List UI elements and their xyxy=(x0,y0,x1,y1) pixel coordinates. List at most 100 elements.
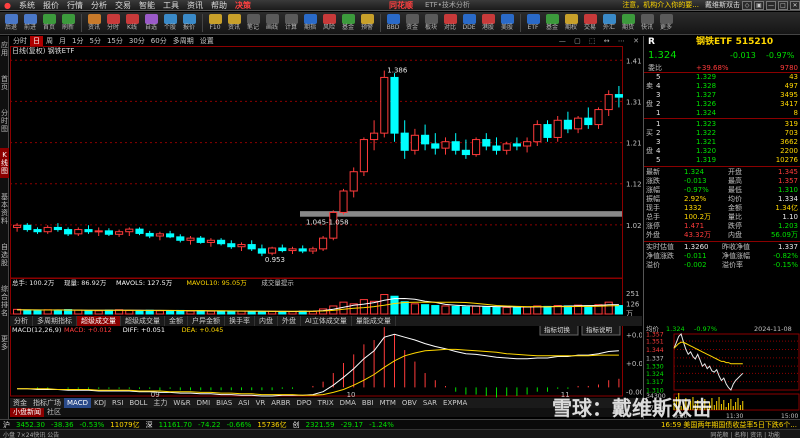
menu-item[interactable]: 决策 xyxy=(231,0,255,11)
period-tab[interactable]: 1分 xyxy=(69,36,86,46)
indicator-tab[interactable]: 超级成交量 xyxy=(121,316,165,326)
toolbar-button[interactable]: 期权 xyxy=(562,14,580,33)
toolbar-button[interactable]: 个股 xyxy=(161,14,179,33)
candle-body[interactable] xyxy=(319,237,328,250)
toolbar-button[interactable]: K线 xyxy=(123,14,141,33)
candle-body[interactable] xyxy=(166,233,175,238)
toolbar-button[interactable]: 画线 xyxy=(263,14,281,33)
candle-body[interactable] xyxy=(410,134,419,151)
window-button[interactable]: ▣ xyxy=(754,0,764,10)
indicator-tab[interactable]: 外盘 xyxy=(278,316,301,326)
candle-body[interactable] xyxy=(155,233,164,237)
indicator-selector-tab[interactable]: DPO xyxy=(294,398,315,408)
indicator-tab[interactable]: AI立体成交量 xyxy=(301,316,352,326)
period-tab[interactable]: 5分 xyxy=(86,36,103,46)
indicator-selector-tab[interactable]: TRIX xyxy=(315,398,337,408)
indicator-selector-tab[interactable]: MACD xyxy=(64,398,91,408)
menu-item[interactable]: 工具 xyxy=(159,0,183,11)
period-tab[interactable]: 日 xyxy=(30,36,43,46)
toolbar-button[interactable]: ETF xyxy=(524,14,542,33)
period-tab[interactable]: 设置 xyxy=(197,36,217,46)
index-quote[interactable]: -29.17 xyxy=(338,421,367,429)
news-tab[interactable]: 小盘新闻 xyxy=(10,408,44,417)
indicator-selector-tab[interactable]: DMI xyxy=(194,398,214,408)
candle-body[interactable] xyxy=(298,248,307,252)
indicator-selector-tab[interactable]: DMA xyxy=(337,398,359,408)
period-tab[interactable]: 周 xyxy=(43,36,56,46)
indicator-selector-tab[interactable]: BBI xyxy=(359,398,377,408)
candle-body[interactable] xyxy=(257,248,266,254)
sidebar-tab[interactable]: 更多 xyxy=(0,332,9,354)
indicator-selector-tab[interactable]: OBV xyxy=(399,398,420,408)
menu-item[interactable]: 分析 xyxy=(87,0,111,11)
candle-body[interactable] xyxy=(278,247,287,252)
indicator-selector-tab[interactable]: 资金 xyxy=(10,398,30,408)
chart-window-controls[interactable]: — ▢ ⬚ ↔ ⋯ ✕ xyxy=(559,37,642,45)
toolbar-button[interactable]: 首页 xyxy=(40,14,58,33)
period-tab[interactable]: 分时 xyxy=(10,36,30,46)
toolbar-button[interactable]: BBD xyxy=(384,14,402,33)
sidebar-tab[interactable]: 自选股 xyxy=(0,240,9,270)
index-quote[interactable]: -0.53% xyxy=(77,421,108,429)
sidebar-tab[interactable]: 应用 xyxy=(0,38,9,60)
candle-body[interactable] xyxy=(206,239,215,243)
candle-body[interactable] xyxy=(594,109,603,126)
candle-body[interactable] xyxy=(13,224,22,228)
toolbar-button[interactable]: 美股 xyxy=(498,14,516,33)
candle-body[interactable] xyxy=(23,224,32,231)
index-quote[interactable]: -38.36 xyxy=(48,421,77,429)
indicator-tab[interactable]: 量能成交量 xyxy=(352,316,396,326)
index-quote[interactable]: 11161.70 xyxy=(156,421,195,429)
candle-body[interactable] xyxy=(502,143,511,151)
toolbar-button[interactable]: 预警 xyxy=(358,14,376,33)
toolbar-button[interactable]: 对比 xyxy=(441,14,459,33)
toolbar-button[interactable]: 笔记 xyxy=(244,14,262,33)
indicator-selector-tab[interactable]: SAR xyxy=(420,398,440,408)
indicator-tab[interactable]: 分析 xyxy=(10,316,33,326)
toolbar-button[interactable]: 资讯 xyxy=(225,14,243,33)
candle-body[interactable] xyxy=(461,149,470,156)
candle-body[interactable] xyxy=(492,145,501,151)
menu-item[interactable]: 资讯 xyxy=(183,0,207,11)
candle-body[interactable] xyxy=(125,228,134,233)
candle-body[interactable] xyxy=(359,139,368,173)
window-button[interactable]: □ xyxy=(778,0,788,10)
toolbar-button[interactable]: 基金 xyxy=(339,14,357,33)
candle-body[interactable] xyxy=(115,231,124,235)
candle-body[interactable] xyxy=(33,229,42,233)
menu-item[interactable]: 帮助 xyxy=(207,0,231,11)
indicator-tab[interactable]: 换手率 xyxy=(225,316,255,326)
candle-body[interactable] xyxy=(370,132,379,141)
candle-body[interactable] xyxy=(400,132,409,151)
notice-text[interactable]: 注意，机构介入你的要... xyxy=(622,0,699,10)
candle-body[interactable] xyxy=(237,244,246,248)
candle-body[interactable] xyxy=(74,229,83,235)
app-logo[interactable]: ● xyxy=(0,0,15,11)
indicator-selector-tab[interactable]: KDJ xyxy=(91,398,109,408)
menu-item[interactable]: 智能 xyxy=(135,0,159,11)
candle-body[interactable] xyxy=(288,248,297,252)
indicator-tab[interactable]: 内盘 xyxy=(255,316,278,326)
index-quote[interactable]: 11079亿 xyxy=(107,420,142,430)
indicator-selector-tab[interactable]: BIAS xyxy=(213,398,235,408)
sidebar-tab[interactable]: 首页 xyxy=(0,72,9,94)
candle-body[interactable] xyxy=(94,230,103,233)
candle-body[interactable] xyxy=(64,229,73,235)
period-tab[interactable]: 月 xyxy=(56,36,69,46)
candle-body[interactable] xyxy=(104,230,113,235)
menu-item[interactable]: 报价 xyxy=(39,0,63,11)
candle-body[interactable] xyxy=(563,119,572,130)
toolbar-button[interactable]: 板块 xyxy=(422,14,440,33)
toolbar-button[interactable]: 自选 xyxy=(142,14,160,33)
indicator-tab[interactable]: 超级成交量 xyxy=(77,316,121,326)
toolbar-button[interactable]: 期货 xyxy=(619,14,637,33)
candle-body[interactable] xyxy=(176,236,185,241)
toolbar-button[interactable]: 风险 xyxy=(320,14,338,33)
candle-body[interactable] xyxy=(53,226,62,231)
candle-body[interactable] xyxy=(614,94,623,98)
index-quote[interactable]: 2321.59 xyxy=(303,421,338,429)
toolbar-button[interactable]: 前进 xyxy=(21,14,39,33)
candle-body[interactable] xyxy=(431,143,440,149)
toolbar-button[interactable]: 后退 xyxy=(2,14,20,33)
indicator-selector-tab[interactable]: VR xyxy=(253,398,269,408)
